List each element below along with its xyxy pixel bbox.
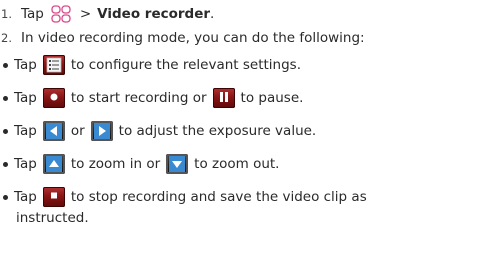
bullet-text: or xyxy=(70,123,85,139)
bullet-settings: Tap to configure the relevant settings. xyxy=(0,52,301,78)
bullet-text: Tap xyxy=(14,57,37,73)
bullet-text: Tap xyxy=(14,123,37,139)
bullet-exposure: Tap or to adjust the exposure value. xyxy=(0,118,316,144)
bullet-dot xyxy=(0,193,8,201)
bullet-text: Tap xyxy=(14,156,37,172)
bullet-record: Tap to start recording or to pause. xyxy=(0,85,303,111)
bullet-stop-continued: instructed. xyxy=(16,208,89,228)
grid-icon xyxy=(50,5,72,23)
bullet-text: to zoom out. xyxy=(194,156,280,172)
bullet-text: to pause. xyxy=(240,90,304,106)
menu-item-name: Video recorder xyxy=(97,6,211,22)
up-arrow-icon xyxy=(42,154,65,174)
step-1: 1. Tap > Video recorder . xyxy=(0,3,214,25)
step-2: 2. In video recording mode, you can do t… xyxy=(0,27,365,49)
down-arrow-icon xyxy=(166,154,189,174)
right-arrow-icon xyxy=(90,121,113,141)
separator: > xyxy=(79,6,92,22)
bullet-dot xyxy=(0,61,8,69)
bullet-zoom: Tap to zoom in or to zoom out. xyxy=(0,151,279,177)
stop-icon xyxy=(42,187,65,207)
instructions-document: 1. Tap > Video recorder . 2. In video re… xyxy=(0,0,489,259)
bullet-text: instructed. xyxy=(16,210,89,226)
bullet-text: to start recording or xyxy=(70,90,207,106)
bullet-dot xyxy=(0,127,8,135)
step-number: 2. xyxy=(1,31,12,45)
settings-list-icon xyxy=(42,55,65,75)
bullet-dot xyxy=(0,160,8,168)
bullet-text: Tap xyxy=(14,189,37,205)
bullet-text: to configure the relevant settings. xyxy=(70,57,302,73)
pause-icon xyxy=(212,88,235,108)
step-text: In video recording mode, you can do the … xyxy=(21,30,365,46)
bullet-text: to stop recording and save the video cli… xyxy=(70,189,367,205)
record-icon xyxy=(42,88,65,108)
bullet-text: Tap xyxy=(14,90,37,106)
bullet-text: to zoom in or xyxy=(70,156,161,172)
step-number: 1. xyxy=(1,7,12,21)
step-text: Tap xyxy=(21,6,44,22)
period: . xyxy=(210,6,215,22)
left-arrow-icon xyxy=(42,121,65,141)
bullet-stop: Tap to stop recording and save the video… xyxy=(0,184,367,210)
bullet-dot xyxy=(0,94,8,102)
bullet-text: to adjust the exposure value. xyxy=(118,123,317,139)
